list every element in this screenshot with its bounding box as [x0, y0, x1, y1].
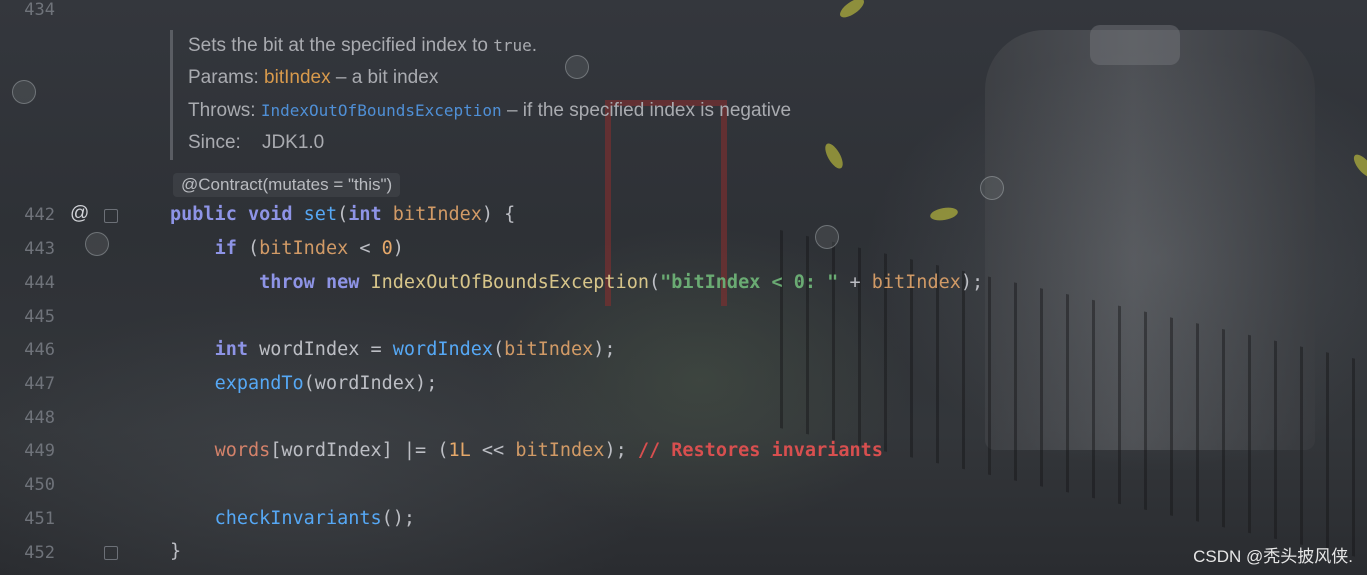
doc-param-desc: – a bit index [330, 67, 439, 88]
line-number: 449 [24, 441, 55, 461]
line-number: 434 [24, 0, 55, 20]
code-comment: // Restores invariants [637, 440, 883, 461]
line-number: 450 [24, 475, 55, 495]
line-number: 448 [24, 408, 55, 428]
raindrop-decoration [85, 232, 109, 256]
leaf-decoration [837, 0, 867, 21]
raindrop-decoration [980, 176, 1004, 200]
rendered-javadoc: Sets the bit at the specified index to t… [170, 30, 893, 160]
fold-open-icon[interactable] [104, 209, 118, 223]
doc-throws: Throws: IndexOutOfBoundsException – if t… [188, 100, 791, 122]
doc-throws-label: Throws: [188, 100, 256, 121]
doc-since: Since: JDK1.0 [188, 132, 324, 154]
line-number: 446 [24, 340, 55, 360]
line-number: 442 [24, 205, 55, 225]
line-number: 451 [24, 509, 55, 529]
doc-throws-desc: – if the specified index is negative [501, 100, 792, 121]
leaf-decoration [1350, 151, 1367, 181]
doc-param-name: bitIndex [264, 67, 331, 88]
line-number: 452 [24, 543, 55, 563]
code-line-444[interactable]: throw new IndexOutOfBoundsException("bit… [170, 272, 983, 294]
code-line-447[interactable]: expandTo(wordIndex); [170, 373, 438, 395]
code-line-446[interactable]: int wordIndex = wordIndex(bitIndex); [170, 339, 616, 361]
doc-since-value: JDK1.0 [261, 132, 325, 153]
doc-since-label: Since: [188, 132, 241, 153]
doc-throws-link[interactable]: IndexOutOfBoundsException [261, 101, 502, 120]
method-name[interactable]: set [304, 204, 337, 225]
raindrop-decoration [815, 225, 839, 249]
line-number: 444 [24, 273, 55, 293]
line-number: 443 [24, 239, 55, 259]
code-line-449[interactable]: words[wordIndex] |= (1L << bitIndex); //… [170, 440, 883, 462]
code-line-443[interactable]: if (bitIndex < 0) [170, 238, 404, 260]
fold-close-icon[interactable] [104, 546, 118, 560]
doc-params-label: Params: [188, 67, 259, 88]
raindrop-decoration [12, 80, 36, 104]
contract-annotation-hint[interactable]: @Contract(mutates = "this") [173, 173, 401, 197]
line-number: 445 [24, 307, 55, 327]
background-tower-top [1090, 25, 1180, 65]
doc-params: Params: bitIndex – a bit index [188, 67, 438, 89]
line-number: 447 [24, 374, 55, 394]
doc-code-true: true [493, 36, 532, 55]
leaf-decoration [929, 205, 959, 223]
code-line-452[interactable]: } [170, 541, 181, 563]
csdn-watermark: CSDN @秃头披风侠. [1193, 547, 1353, 566]
doc-description: Sets the bit at the specified index to t… [188, 35, 538, 56]
override-gutter-icon[interactable]: @ [70, 203, 89, 225]
code-line-442[interactable]: public void set(int bitIndex) { [170, 204, 515, 226]
code-line-451[interactable]: checkInvariants(); [170, 508, 416, 530]
